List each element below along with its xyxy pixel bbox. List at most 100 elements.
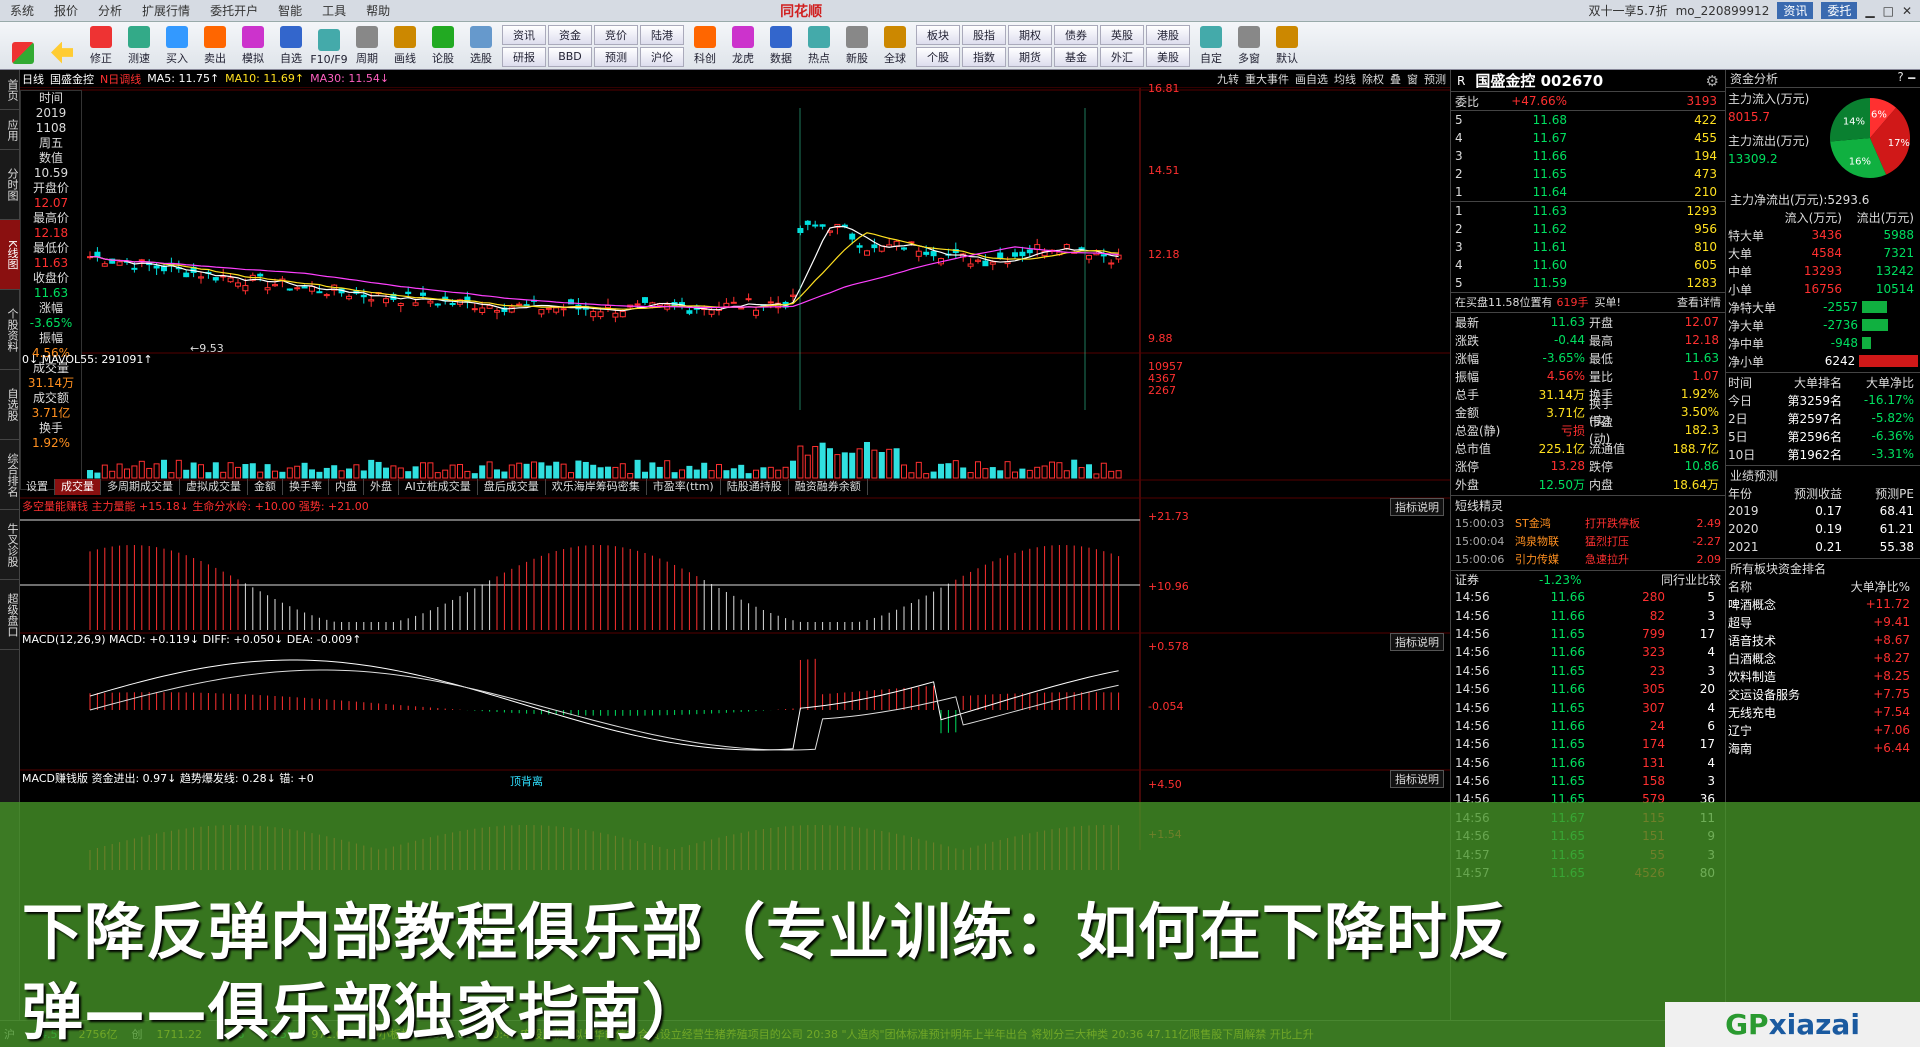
sector-row[interactable]: 白酒概念 +8.27 xyxy=(1726,649,1920,667)
sector-row[interactable]: 啤酒概念 +11.72 xyxy=(1726,595,1920,613)
toolbar-button-5[interactable]: 自选 xyxy=(272,23,310,69)
toolbar-small-button[interactable]: 沪伦 xyxy=(640,46,684,67)
indicator-tab-6[interactable]: 内盘 xyxy=(329,479,364,495)
toolbar2-button-4[interactable]: 新股 xyxy=(838,23,876,69)
buy-row[interactable]: 2 11.62 956 xyxy=(1451,220,1725,238)
left-tab-5[interactable]: 自选股 xyxy=(0,370,20,440)
toolbar-small-button[interactable]: 英股 xyxy=(1100,24,1144,45)
toolbar-small-button[interactable]: 资讯 xyxy=(502,24,546,45)
left-tab-6[interactable]: 综合排名 xyxy=(0,440,20,510)
menu-analysis[interactable]: 分析 xyxy=(88,2,132,19)
toolbar-button-3[interactable]: 卖出 xyxy=(196,23,234,69)
indicator-tab-9[interactable]: 盘后成交量 xyxy=(478,479,546,495)
sell-row[interactable]: 4 11.67 455 xyxy=(1451,129,1725,147)
left-tab-3[interactable]: K线图 xyxy=(0,220,20,290)
toolbar-small-button[interactable]: 外汇 xyxy=(1100,46,1144,67)
menu-system[interactable]: 系统 xyxy=(0,2,44,19)
back-button[interactable] xyxy=(43,23,81,69)
panel3-help-button[interactable]: 指标说明 xyxy=(1390,770,1444,788)
promo-text[interactable]: 双十一享5.7折 xyxy=(1588,2,1667,19)
sector-row[interactable]: 语音技术 +8.67 xyxy=(1726,631,1920,649)
buy-row[interactable]: 1 11.63 1293 xyxy=(1451,202,1725,220)
buy-row[interactable]: 3 11.61 810 xyxy=(1451,238,1725,256)
alert-row[interactable]: 15:00:04 鸿泉物联 猛烈打压 -2.27 xyxy=(1451,532,1725,550)
indicator-tab-0[interactable]: 设置 xyxy=(20,479,55,495)
panel1-help-button[interactable]: 指标说明 xyxy=(1390,498,1444,516)
toolbar-small-button[interactable]: 个股 xyxy=(916,46,960,67)
alert-row[interactable]: 15:00:03 ST金鸿 打开跌停板 2.49 xyxy=(1451,514,1725,532)
toolbar-small-button[interactable]: 预测 xyxy=(594,46,638,67)
toolbar2-button-5[interactable]: 全球 xyxy=(876,23,914,69)
toolbar-small-button[interactable]: 指数 xyxy=(962,46,1006,67)
sell-row[interactable]: 2 11.65 473 xyxy=(1451,165,1725,183)
toolbar-small-button[interactable]: 基金 xyxy=(1054,46,1098,67)
sell-row[interactable]: 3 11.66 194 xyxy=(1451,147,1725,165)
toolbar-small-button[interactable]: 股指 xyxy=(962,24,1006,45)
toolbar-small-button[interactable]: 资金 xyxy=(548,24,592,45)
toolbar3-button-2[interactable]: 默认 xyxy=(1268,23,1306,69)
left-tab-2[interactable]: 分时图 xyxy=(0,150,20,220)
indicator-tab-5[interactable]: 换手率 xyxy=(283,479,329,495)
toolbar-small-button[interactable]: 板块 xyxy=(916,24,960,45)
maximize-icon[interactable]: □ xyxy=(1883,4,1894,18)
indicator-tab-4[interactable]: 金额 xyxy=(248,479,283,495)
toolbar-button-8[interactable]: 画线 xyxy=(386,23,424,69)
toolbar2-button-0[interactable]: 科创 xyxy=(686,23,724,69)
indicator-tab-11[interactable]: 市盈率(ttm) xyxy=(647,479,721,495)
toolbar-small-button[interactable]: 期货 xyxy=(1008,46,1052,67)
toolbar3-button-1[interactable]: 多窗 xyxy=(1230,23,1268,69)
indicator-tab-13[interactable]: 融资融券余额 xyxy=(789,479,868,495)
toolbar-button-4[interactable]: 模拟 xyxy=(234,23,272,69)
menu-trade[interactable]: 委托开户 xyxy=(200,2,268,19)
toolbar-button-1[interactable]: 测速 xyxy=(120,23,158,69)
menu-help[interactable]: 帮助 xyxy=(356,2,400,19)
indicator-tab-8[interactable]: AI立桩成交量 xyxy=(399,479,478,495)
menu-tools[interactable]: 工具 xyxy=(312,2,356,19)
toolbar-button-10[interactable]: 选股 xyxy=(462,23,500,69)
buy-row[interactable]: 4 11.60 605 xyxy=(1451,256,1725,274)
sector-row[interactable]: 超导 +9.41 xyxy=(1726,613,1920,631)
menu-extended[interactable]: 扩展行情 xyxy=(132,2,200,19)
toolbar-small-button[interactable]: 研报 xyxy=(502,46,546,67)
news-button[interactable]: 资讯 xyxy=(1777,2,1814,19)
sell-row[interactable]: 1 11.64 210 xyxy=(1451,183,1725,201)
indicator-tab-12[interactable]: 陆股通持股 xyxy=(721,479,789,495)
toolbar-small-button[interactable]: 美股 xyxy=(1146,46,1190,67)
toolbar2-button-1[interactable]: 龙虎 xyxy=(724,23,762,69)
user-name[interactable]: mo_220899912 xyxy=(1676,4,1770,18)
minimize-icon[interactable]: ▁ xyxy=(1865,4,1874,18)
toolbar-small-button[interactable]: 竞价 xyxy=(594,24,638,45)
toolbar-button-6[interactable]: F10/F9 xyxy=(310,23,348,69)
indicator-tab-3[interactable]: 虚拟成交量 xyxy=(180,479,248,495)
left-tab-7[interactable]: 牛叉诊股 xyxy=(0,510,20,580)
left-tab-1[interactable]: 应用 xyxy=(0,110,20,150)
toolbar-button-7[interactable]: 周期 xyxy=(348,23,386,69)
indicator-tab-7[interactable]: 外盘 xyxy=(364,479,399,495)
indicator-tab-10[interactable]: 欢乐海岸筹码密集 xyxy=(546,479,647,495)
toolbar-small-button[interactable]: BBD xyxy=(548,46,592,67)
gear-icon[interactable]: ⚙ xyxy=(1706,72,1719,90)
indicator-tab-2[interactable]: 多周期成交量 xyxy=(101,479,180,495)
toolbar-button-9[interactable]: 论股 xyxy=(424,23,462,69)
indicator-tab-1[interactable]: 成交量 xyxy=(55,479,101,495)
left-tab-0[interactable]: 首页 xyxy=(0,70,20,110)
toolbar-small-button[interactable]: 债券 xyxy=(1054,24,1098,45)
sector-row[interactable]: 饮料制造 +8.25 xyxy=(1726,667,1920,685)
buy-row[interactable]: 5 11.59 1283 xyxy=(1451,274,1725,292)
sector-row[interactable]: 海南 +6.44 xyxy=(1726,739,1920,757)
left-tab-8[interactable]: 超级盘口 xyxy=(0,580,20,650)
menu-smart[interactable]: 智能 xyxy=(268,2,312,19)
sell-row[interactable]: 5 11.68 422 xyxy=(1451,111,1725,129)
sector-row[interactable]: 辽宁 +7.06 xyxy=(1726,721,1920,739)
trade-button[interactable]: 委托 xyxy=(1821,2,1858,19)
left-tab-4[interactable]: 个股资料 xyxy=(0,290,20,370)
toolbar3-button-0[interactable]: 自定 xyxy=(1192,23,1230,69)
panel2-help-button[interactable]: 指标说明 xyxy=(1390,633,1444,651)
close-icon[interactable]: ✕ xyxy=(1902,4,1912,18)
sector-row[interactable]: 无线充电 +7.54 xyxy=(1726,703,1920,721)
alert-row[interactable]: 15:00:06 引力传媒 急速拉升 2.09 xyxy=(1451,550,1725,568)
sector-row[interactable]: 交运设备服务 +7.75 xyxy=(1726,685,1920,703)
toolbar-small-button[interactable]: 期权 xyxy=(1008,24,1052,45)
menu-quote[interactable]: 报价 xyxy=(44,2,88,19)
layout-button[interactable] xyxy=(4,23,42,69)
